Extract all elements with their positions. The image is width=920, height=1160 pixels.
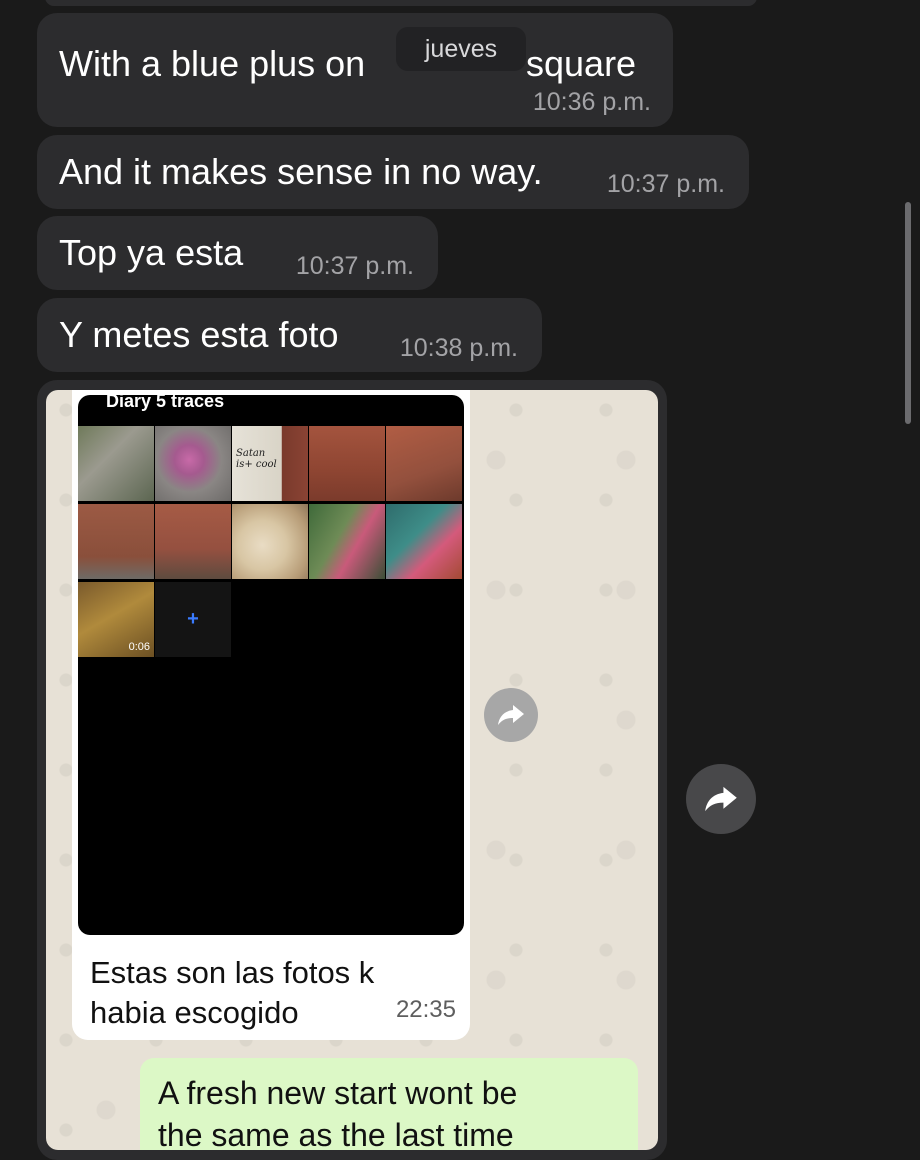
plus-icon: + xyxy=(187,608,199,630)
message-text-left: With a blue plus on xyxy=(59,43,366,84)
video-duration: 0:06 xyxy=(128,641,150,653)
message-text-right: square xyxy=(526,43,637,84)
message-bubble[interactable]: Y metes esta foto 10:38 p.m. xyxy=(37,298,542,372)
photo-thumbnail xyxy=(155,426,231,501)
photo-thumbnail xyxy=(309,426,385,501)
message-timestamp: 10:36 p.m. xyxy=(532,88,651,116)
photo-grid: Satan is+ cool 0:06 + xyxy=(78,426,464,659)
outgoing-line: A fresh new start wont be xyxy=(158,1075,518,1111)
photo-thumbnail xyxy=(386,504,462,579)
message-bubble[interactable]: And it makes sense in no way. 10:37 p.m. xyxy=(37,135,749,209)
photo-thumbnail: Satan is+ cool xyxy=(232,426,308,501)
attached-screenshot[interactable]: Diary 5 traces Satan is+ cool 0:06 + Est… xyxy=(46,390,658,1150)
photo-note-text: Satan is+ cool xyxy=(236,448,277,470)
photo-thumbnail xyxy=(232,504,308,579)
photo-thumbnail xyxy=(78,504,154,579)
scrollbar-thumb[interactable] xyxy=(905,202,911,424)
message-text: Top ya esta xyxy=(59,232,244,273)
message-bubble[interactable]: Top ya esta 10:37 p.m. xyxy=(37,216,438,290)
message-text: Y metes esta foto xyxy=(59,314,339,355)
share-forward-icon xyxy=(704,784,738,814)
forward-button[interactable] xyxy=(686,764,756,834)
caption-line: habia escogido xyxy=(90,995,299,1030)
screenshot-outgoing-bubble: A fresh new start wont be the same as th… xyxy=(140,1058,638,1150)
screenshot-caption: Estas son las fotos k habia escogido xyxy=(90,953,430,1033)
photo-thumbnail xyxy=(386,426,462,501)
outgoing-message-text: A fresh new start wont be the same as th… xyxy=(158,1072,517,1150)
share-forward-icon xyxy=(484,688,538,742)
screenshot-caption-time: 22:35 xyxy=(395,996,456,1023)
photo-thumbnail xyxy=(309,504,385,579)
photo-thumbnail xyxy=(78,426,154,501)
screenshot-incoming-bubble: Diary 5 traces Satan is+ cool 0:06 + Est… xyxy=(72,390,470,1040)
message-timestamp: 10:38 p.m. xyxy=(399,334,518,362)
outgoing-line: the same as the last time xyxy=(158,1117,514,1150)
message-bubble[interactable]: With a blue plus on square 10:36 p.m. xyxy=(37,13,673,127)
screenshot-phone-title: Diary 5 traces xyxy=(106,395,225,411)
caption-line: Estas son las fotos k xyxy=(90,955,375,990)
photo-thumbnail xyxy=(155,504,231,579)
screenshot-phone-screen: Diary 5 traces Satan is+ cool 0:06 + xyxy=(78,395,464,935)
add-photo-tile: + xyxy=(155,582,231,657)
previous-message-bubble-edge xyxy=(45,0,757,6)
date-separator-pill: jueves xyxy=(396,27,526,71)
message-timestamp: 10:37 p.m. xyxy=(606,170,725,198)
video-thumbnail: 0:06 xyxy=(78,582,154,657)
message-text: And it makes sense in no way. xyxy=(59,151,543,192)
message-timestamp: 10:37 p.m. xyxy=(295,252,414,280)
